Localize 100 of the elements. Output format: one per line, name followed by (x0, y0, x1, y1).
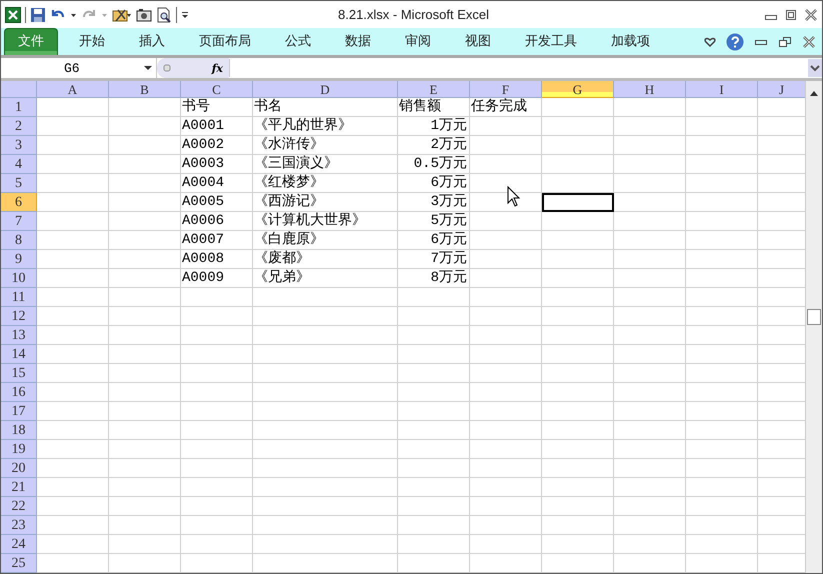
empty-cell[interactable] (253, 326, 398, 345)
column-header[interactable]: A (37, 81, 109, 98)
ribbon-tab[interactable]: 数据 (328, 29, 388, 55)
row-header[interactable]: 3 (1, 136, 37, 155)
empty-cell[interactable] (542, 269, 614, 288)
empty-cell[interactable] (253, 307, 398, 326)
empty-cell[interactable] (181, 535, 253, 554)
empty-cell[interactable] (181, 440, 253, 459)
empty-cell[interactable] (109, 345, 181, 364)
empty-cell[interactable] (686, 117, 758, 136)
empty-cell[interactable] (614, 554, 686, 573)
empty-cell[interactable] (542, 516, 614, 535)
empty-cell[interactable] (181, 459, 253, 478)
scroll-thumb[interactable] (807, 309, 821, 325)
empty-cell[interactable] (398, 307, 470, 326)
empty-cell[interactable] (614, 174, 686, 193)
empty-cell[interactable] (686, 535, 758, 554)
empty-cell[interactable] (109, 497, 181, 516)
empty-cell[interactable] (109, 193, 181, 212)
empty-cell[interactable] (253, 554, 398, 573)
empty-cell[interactable] (398, 535, 470, 554)
print-preview-icon[interactable] (156, 6, 172, 22)
empty-cell[interactable] (398, 364, 470, 383)
column-header[interactable]: C (181, 81, 253, 98)
empty-cell[interactable] (253, 383, 398, 402)
empty-cell[interactable] (542, 459, 614, 478)
empty-cell[interactable] (470, 288, 542, 307)
empty-cell[interactable] (253, 459, 398, 478)
empty-cell[interactable] (686, 307, 758, 326)
empty-cell[interactable] (686, 440, 758, 459)
empty-cell[interactable] (470, 421, 542, 440)
empty-cell[interactable] (398, 440, 470, 459)
empty-cell[interactable] (181, 383, 253, 402)
empty-cell[interactable] (470, 478, 542, 497)
empty-cell[interactable] (398, 516, 470, 535)
row-header[interactable]: 8 (1, 231, 37, 250)
empty-cell[interactable] (614, 212, 686, 231)
empty-cell[interactable] (181, 478, 253, 497)
empty-cell[interactable] (109, 98, 181, 117)
empty-cell[interactable] (398, 402, 470, 421)
row-header[interactable]: 6 (1, 193, 37, 212)
empty-cell[interactable] (470, 212, 542, 231)
empty-cell[interactable] (470, 231, 542, 250)
empty-cell[interactable] (109, 364, 181, 383)
empty-cell[interactable] (109, 307, 181, 326)
empty-cell[interactable] (181, 326, 253, 345)
empty-cell[interactable] (470, 516, 542, 535)
empty-cell[interactable] (542, 231, 614, 250)
ribbon-tab[interactable]: 加载项 (594, 29, 667, 55)
empty-cell[interactable] (253, 402, 398, 421)
empty-cell[interactable] (542, 155, 614, 174)
column-header[interactable]: H (614, 81, 686, 98)
empty-cell[interactable] (109, 174, 181, 193)
row-header[interactable]: 20 (1, 459, 37, 478)
empty-cell[interactable] (686, 212, 758, 231)
close-icon[interactable] (804, 8, 818, 20)
empty-cell[interactable] (542, 212, 614, 231)
empty-cell[interactable] (253, 421, 398, 440)
empty-cell[interactable] (686, 497, 758, 516)
empty-cell[interactable] (181, 288, 253, 307)
empty-cell[interactable] (470, 345, 542, 364)
select-all-button[interactable] (1, 81, 37, 98)
empty-cell[interactable] (686, 174, 758, 193)
empty-cell[interactable] (614, 535, 686, 554)
row-header[interactable]: 5 (1, 174, 37, 193)
empty-cell[interactable] (686, 478, 758, 497)
empty-cell[interactable] (686, 136, 758, 155)
row-header[interactable]: 7 (1, 212, 37, 231)
empty-cell[interactable] (686, 231, 758, 250)
empty-cell[interactable] (398, 478, 470, 497)
empty-cell[interactable] (398, 554, 470, 573)
empty-cell[interactable] (686, 421, 758, 440)
empty-cell[interactable] (109, 288, 181, 307)
empty-cell[interactable] (614, 459, 686, 478)
empty-cell[interactable] (686, 554, 758, 573)
empty-cell[interactable] (253, 516, 398, 535)
row-header[interactable]: 15 (1, 364, 37, 383)
empty-cell[interactable] (686, 155, 758, 174)
empty-cell[interactable] (470, 250, 542, 269)
empty-cell[interactable] (614, 478, 686, 497)
empty-cell[interactable] (470, 117, 542, 136)
empty-cell[interactable] (686, 98, 758, 117)
empty-cell[interactable] (398, 326, 470, 345)
row-header[interactable]: 1 (1, 98, 37, 117)
column-header[interactable]: I (686, 81, 758, 98)
empty-cell[interactable] (542, 117, 614, 136)
empty-cell[interactable] (542, 535, 614, 554)
restore-icon[interactable] (778, 36, 792, 48)
ribbon-tab[interactable]: 公式 (268, 29, 328, 55)
empty-cell[interactable] (614, 155, 686, 174)
empty-cell[interactable] (181, 364, 253, 383)
ribbon-tab[interactable]: 审阅 (388, 29, 448, 55)
empty-cell[interactable] (686, 459, 758, 478)
row-header[interactable]: 22 (1, 497, 37, 516)
heart-icon[interactable] (704, 36, 716, 48)
row-header[interactable]: 11 (1, 288, 37, 307)
empty-cell[interactable] (253, 535, 398, 554)
empty-cell[interactable] (614, 136, 686, 155)
row-header[interactable]: 25 (1, 554, 37, 573)
empty-cell[interactable] (109, 269, 181, 288)
